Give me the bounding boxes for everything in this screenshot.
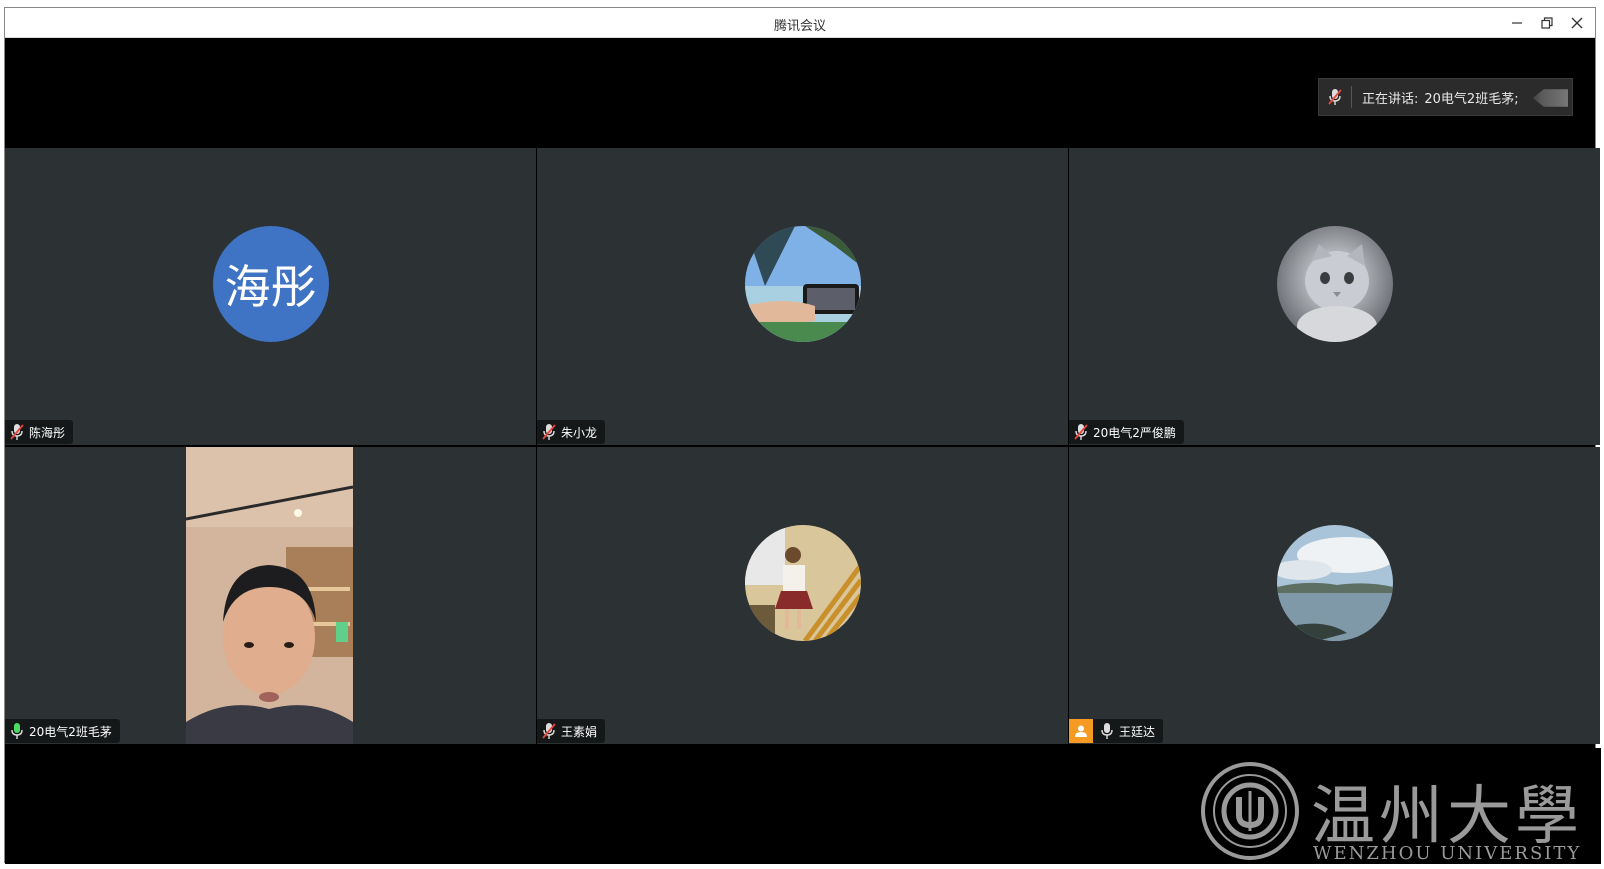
participant-tile[interactable]: 20电气2班毛茅 <box>5 447 536 744</box>
participant-name-label: 朱小龙 <box>537 420 606 444</box>
avatar <box>1276 226 1393 342</box>
active-mic-icon <box>11 723 23 739</box>
participant-tile[interactable]: 王廷达 <box>1069 447 1600 744</box>
university-logo: 温州大學 WENZHOU UNIVERSITY <box>1191 759 1601 864</box>
participant-tile[interactable]: 海彤 陈海彤 <box>5 148 536 445</box>
girl-photo-avatar-image <box>744 525 861 641</box>
university-name-en: WENZHOU UNIVERSITY <box>1313 843 1582 864</box>
muted-mic-icon <box>542 723 556 739</box>
participant-name-label: 王廷达 <box>1069 719 1164 743</box>
avatar <box>744 226 861 342</box>
participant-name: 20电气2班毛茅 <box>29 724 112 739</box>
avatar <box>744 525 861 641</box>
host-badge <box>1069 719 1093 743</box>
participant-name: 20电气2严俊鹏 <box>1093 425 1176 440</box>
muted-mic-icon <box>10 424 24 440</box>
restore-icon <box>1541 17 1553 29</box>
participant-tile[interactable]: 朱小龙 <box>537 148 1068 445</box>
muted-mic-icon <box>1074 424 1088 440</box>
window-title: 腾讯会议 <box>773 19 826 34</box>
speaking-label: 正在讲话: <box>1362 91 1419 107</box>
university-seal-icon <box>1201 762 1299 860</box>
participant-name-label: 20电气2严俊鹏 <box>1069 420 1184 444</box>
participant-name: 王廷达 <box>1119 724 1156 739</box>
participant-name: 朱小龙 <box>561 425 598 440</box>
speaking-indicator: 正在讲话: 20电气2班毛茅; <box>1318 78 1573 116</box>
photo-avatar-image <box>744 226 861 342</box>
mic-icon <box>1101 723 1113 739</box>
minimize-icon <box>1512 22 1522 24</box>
video-grid: 海彤 陈海彤 朱小龙 20电气2严俊鹏 20电气2班毛茅 王素娟 王廷达 <box>5 148 1601 747</box>
participant-video <box>186 447 353 744</box>
muted-mic-icon <box>1319 88 1351 106</box>
close-button[interactable] <box>1567 13 1587 33</box>
avatar: 海彤 <box>212 226 329 342</box>
bottom-area: 温州大學 WENZHOU UNIVERSITY <box>5 748 1601 864</box>
avatar <box>1276 525 1393 641</box>
lake-photo-avatar-image <box>1276 525 1393 641</box>
user-icon <box>1075 725 1087 737</box>
speaking-name: 20电气2班毛茅; <box>1424 91 1519 107</box>
muted-mic-icon <box>542 424 556 440</box>
meeting-window: 腾讯会议 正在讲话: 20电气2班毛茅; 海彤 陈海彤 朱小龙 20电气2严俊鹏… <box>4 7 1601 864</box>
participant-name: 王素娟 <box>561 724 598 739</box>
participant-tile[interactable]: 王素娟 <box>537 447 1068 744</box>
cat-avatar-image <box>1276 226 1393 342</box>
restore-button[interactable] <box>1537 13 1557 33</box>
participant-name-label: 20电气2班毛茅 <box>5 719 120 743</box>
close-icon <box>1571 17 1583 29</box>
minimize-button[interactable] <box>1507 13 1527 33</box>
participant-name-label: 王素娟 <box>537 719 606 743</box>
divider <box>1351 86 1352 108</box>
title-bar: 腾讯会议 <box>5 8 1595 38</box>
participant-tile[interactable]: 20电气2严俊鹏 <box>1069 148 1600 445</box>
expand-arrow-icon[interactable] <box>1532 89 1568 107</box>
participant-name-label: 陈海彤 <box>5 420 74 444</box>
participant-name: 陈海彤 <box>29 425 66 440</box>
avatar-text: 海彤 <box>224 260 317 314</box>
